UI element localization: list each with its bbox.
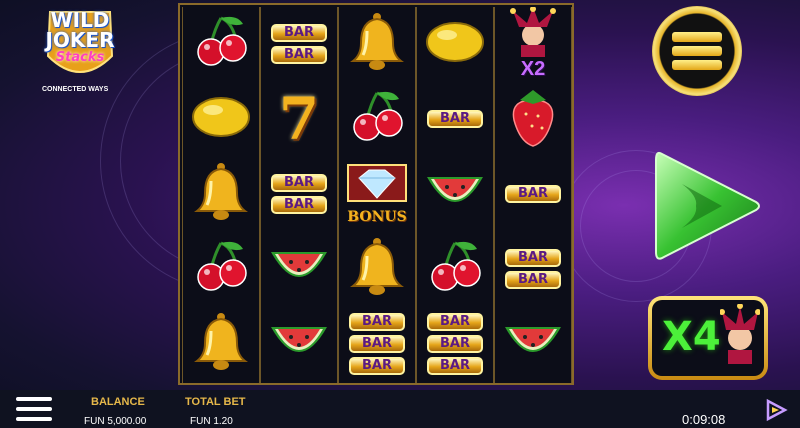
symbol-watermelon — [261, 307, 337, 381]
menu-line-icon — [16, 417, 52, 421]
symbol-single-bar: BAR — [417, 82, 493, 156]
symbol-cherry — [183, 7, 259, 81]
cherry-icon — [191, 12, 251, 77]
bar-text: BAR — [271, 196, 327, 214]
bell-icon — [347, 236, 407, 303]
logo-joker: JOKER — [45, 28, 115, 52]
bar-text: BAR — [505, 271, 561, 289]
bell-icon — [191, 161, 251, 228]
menu-line-icon — [672, 32, 722, 42]
bar-text: BAR — [505, 185, 561, 203]
bar-text: BAR — [349, 313, 405, 331]
symbol-seven: 7 — [261, 82, 337, 156]
bar-text: BAR — [271, 46, 327, 64]
symbol-cherry — [417, 232, 493, 306]
watermelon-icon — [423, 167, 487, 222]
multiplier-value: X4 — [662, 314, 721, 360]
lemon-icon — [423, 17, 487, 72]
balance-label: BALANCE — [91, 396, 145, 408]
menu-line-icon — [16, 397, 52, 401]
symbol-bell — [183, 307, 259, 381]
bar-text: BAR — [271, 24, 327, 42]
symbol-double-bar: BAR BAR — [495, 232, 571, 306]
watermelon-icon — [267, 242, 331, 297]
menu-line-icon — [672, 46, 722, 56]
multiplier-inner: X4 — [652, 300, 764, 376]
total-bet-value: FUN 1.20 — [190, 416, 233, 427]
cherry-icon — [191, 237, 251, 302]
joker-icon — [503, 6, 563, 62]
hamburger-menu-button[interactable] — [652, 6, 742, 96]
symbol-bonus: BONUS — [339, 157, 415, 231]
watermelon-icon — [501, 317, 565, 372]
symbol-joker: X2 — [495, 6, 571, 81]
symbol-single-bar: BAR — [495, 157, 571, 231]
symbol-watermelon — [417, 157, 493, 231]
bar-text: BAR — [271, 174, 327, 192]
reel-3: BONUS BAR BAR BAR — [338, 7, 416, 383]
multiplier-badge: X4 — [648, 296, 768, 380]
reel-5: X2 BAR BAR BAR — [494, 6, 572, 383]
reel-4: BAR BAR BAR BAR — [416, 7, 494, 383]
bar-text: BAR — [427, 357, 483, 375]
symbol-watermelon — [495, 307, 571, 381]
symbol-bell — [183, 157, 259, 231]
bar-text: BAR — [427, 313, 483, 331]
logo-stacks: Stacks — [55, 50, 105, 65]
clock: 0:09:08 — [682, 412, 726, 427]
watermelon-icon — [267, 317, 331, 372]
menu-line-icon — [16, 407, 52, 411]
bar-text: BAR — [427, 110, 483, 128]
reel-2: BAR BAR 7 BAR BAR — [260, 7, 338, 383]
joker-multiplier: X2 — [520, 58, 546, 80]
lemon-icon — [189, 92, 253, 147]
symbol-bell — [339, 232, 415, 306]
symbol-lemon — [183, 82, 259, 156]
bell-icon — [191, 311, 251, 378]
symbol-bell — [339, 7, 415, 81]
spin-button[interactable] — [652, 146, 762, 266]
cherry-icon — [347, 87, 407, 152]
provider-play-icon — [766, 398, 788, 422]
symbol-strawberry — [495, 82, 571, 156]
total-bet-label: TOTAL BET — [185, 396, 246, 408]
symbol-lemon — [417, 7, 493, 81]
symbol-watermelon — [261, 232, 337, 306]
game-logo: WILD JOKER Stacks CONNECTED WAYS — [32, 4, 128, 96]
spin-arrow-icon — [655, 151, 760, 260]
symbol-double-bar: BAR BAR — [261, 7, 337, 81]
symbol-triple-bar: BAR BAR BAR — [417, 307, 493, 381]
bottom-bar: BALANCE FUN 5,000.00 TOTAL BET FUN 1.20 … — [0, 390, 800, 428]
symbol-double-bar: BAR BAR — [261, 157, 337, 231]
diamond-icon — [347, 163, 407, 207]
bar-text: BAR — [427, 335, 483, 353]
symbol-cherry — [339, 82, 415, 156]
settings-menu-button[interactable] — [16, 395, 52, 423]
provider-logo: CONNECTED WAYS — [42, 86, 109, 93]
menu-line-icon — [672, 60, 722, 70]
balance-value: FUN 5,000.00 — [84, 416, 147, 427]
bell-icon — [347, 11, 407, 78]
joker-mini-icon — [720, 304, 760, 364]
symbol-cherry — [183, 232, 259, 306]
seven-text: 7 — [278, 85, 320, 153]
reel-grid: BAR BAR 7 BAR BAR BONUS BAR BAR BAR BAR BAR BAR BAR X… — [178, 3, 574, 385]
bar-text: BAR — [505, 249, 561, 267]
strawberry-icon — [506, 86, 560, 153]
symbol-triple-bar: BAR BAR BAR — [339, 307, 415, 381]
bar-text: BAR — [349, 357, 405, 375]
reel-1 — [182, 7, 260, 383]
cherry-icon — [425, 237, 485, 302]
bonus-text: BONUS — [347, 208, 407, 225]
bar-text: BAR — [349, 335, 405, 353]
